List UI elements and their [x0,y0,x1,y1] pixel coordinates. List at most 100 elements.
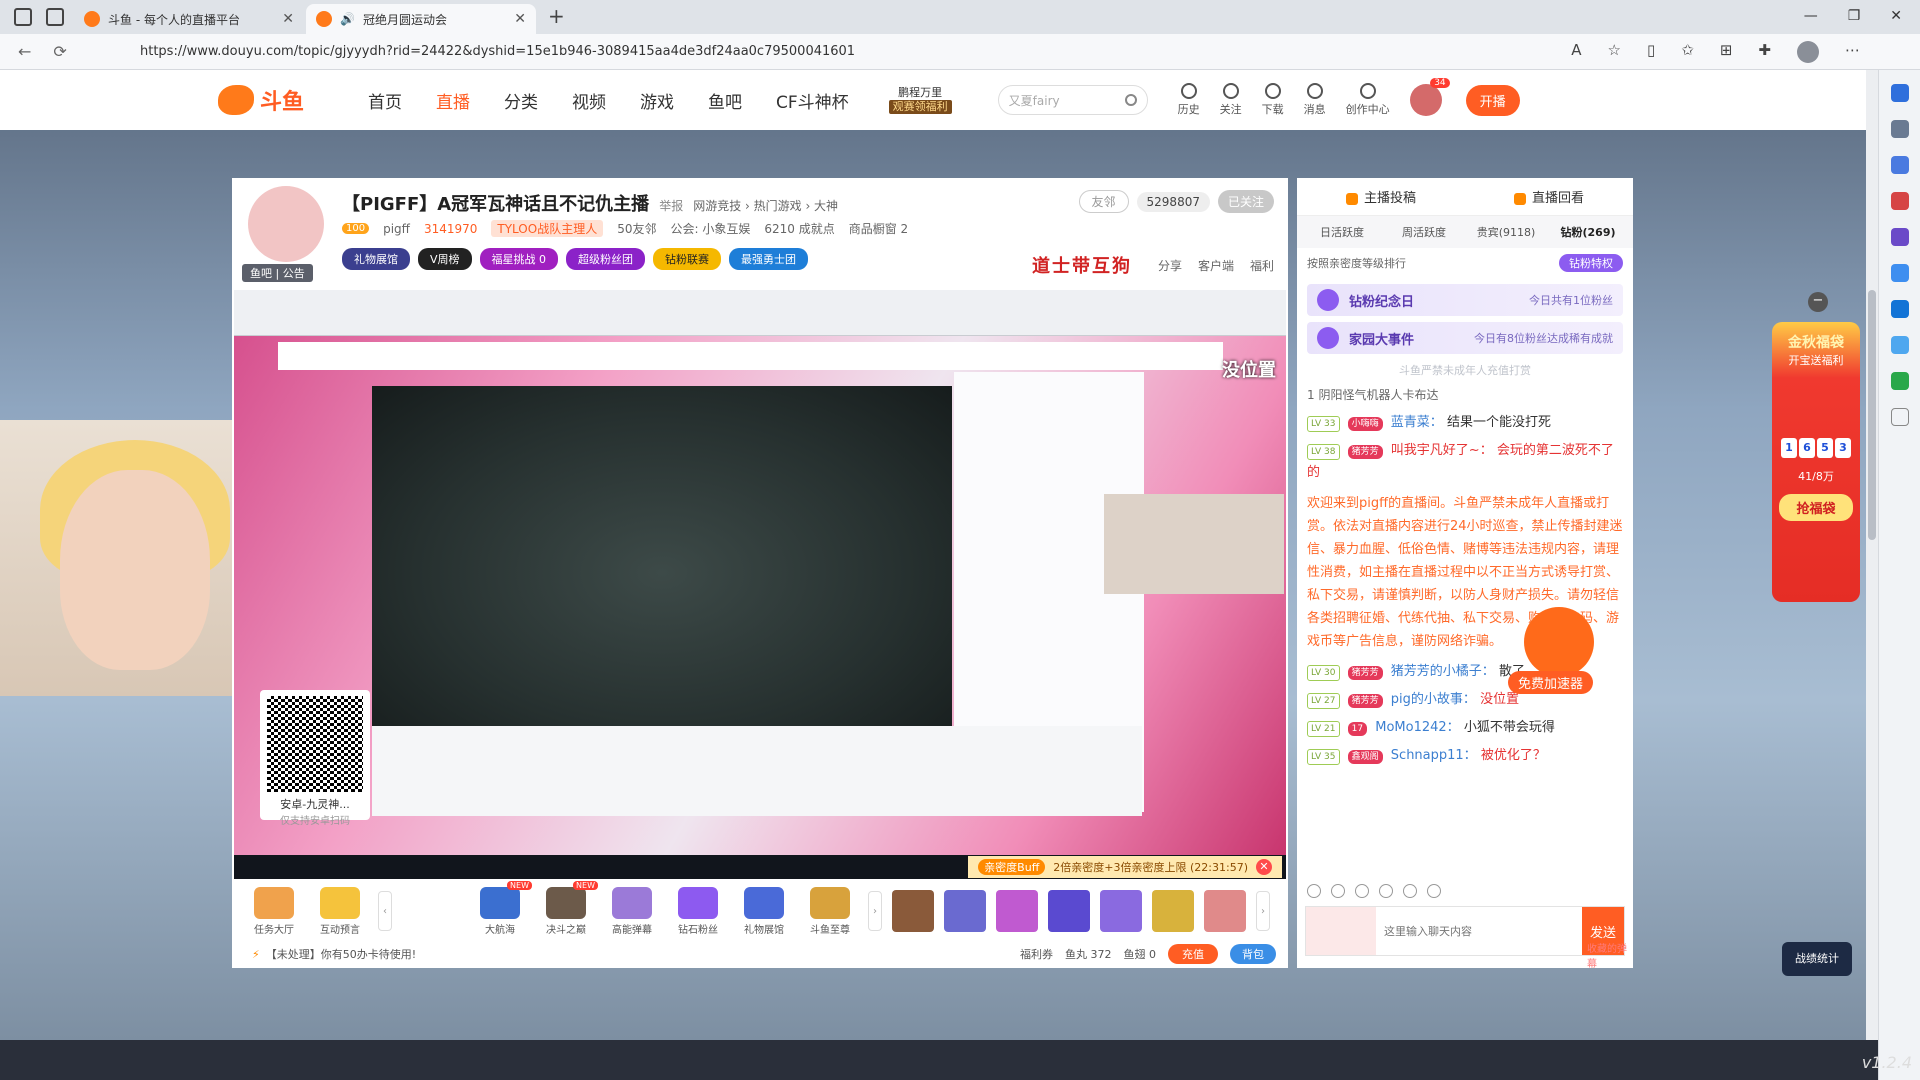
star-icon[interactable] [1355,884,1369,898]
event-home-news[interactable]: 家园大事件 今日有8位粉丝达成稀有成就 [1307,322,1623,354]
send-icon[interactable] [1890,336,1909,354]
anchor-submission-tab[interactable]: 主播投稿 [1345,187,1416,206]
guild-info[interactable]: 公会: 小象互娱 [670,220,750,237]
super-fan-button[interactable]: 超级粉丝团 [566,248,646,270]
window-close-icon[interactable]: ✕ [1890,8,1902,24]
history-button[interactable]: 历史 [1178,83,1200,117]
extensions-icon[interactable]: ✚ [1758,41,1771,63]
gift-item-icon[interactable] [1100,890,1142,932]
gift-gallery-button[interactable]: 礼物展馆 [736,886,792,936]
emoji-icon[interactable] [1307,884,1321,898]
close-icon[interactable]: ✕ [1256,859,1272,875]
qr-code-card[interactable]: 安卓-九灵神... 仅支持安卓扫码 [260,690,370,827]
red-packet-icon[interactable] [1379,884,1393,898]
club-badge[interactable]: TYLOO战队主理人 [491,220,604,237]
grab-lucky-bag-button[interactable]: 抢福袋 [1779,494,1853,521]
saved-danmaku-link[interactable]: 收藏的弹幕 [1587,940,1633,970]
read-aloud-icon[interactable]: A [1571,41,1581,63]
search-box[interactable]: 又夏fairy [997,85,1148,115]
nav-games[interactable]: 游戏 [640,88,674,113]
scrollbar-thumb[interactable] [1868,290,1876,540]
yuba-notice-button[interactable]: 鱼吧 | 公告 [242,264,313,282]
nav-yuba[interactable]: 鱼吧 [708,88,742,113]
warrior-team-button[interactable]: 最强勇士团 [729,248,809,270]
fan-badge-selector[interactable] [1306,907,1376,955]
report-link[interactable]: 举报 [659,197,683,214]
event-diamond-anniversary[interactable]: 钻粉纪念日 今日共有1位粉丝 [1307,284,1623,316]
add-icon[interactable] [1890,408,1909,426]
pending-card-tip[interactable]: 【未处理】你有50办卡待使用! [266,946,416,962]
workspaces-icon[interactable] [14,8,32,26]
tab-vip[interactable]: 贵宾(9118) [1465,224,1547,240]
task-hall-button[interactable]: 任务大厅 [246,886,302,936]
anchor-avatar[interactable] [248,186,324,262]
url-field[interactable]: https://www.douyu.com/topic/gjyyydh?rid=… [140,44,855,59]
close-icon[interactable]: ✕ [282,11,294,27]
games-icon[interactable] [1890,228,1909,246]
nav-video[interactable]: 视频 [572,88,606,113]
weekly-rank-button[interactable]: V周榜 [418,248,472,270]
fans-count[interactable]: 50友邻 [617,220,656,237]
category-breadcrumb[interactable]: 网游竞技 › 热门游戏 › 大神 [693,197,838,214]
lucky-challenge-button[interactable]: 福星挑战 0 [479,248,559,270]
outlook-icon[interactable] [1890,300,1909,318]
diamond-league-button[interactable]: 钻粉联赛 [653,248,722,270]
prediction-button[interactable]: 互动预言 [312,886,368,936]
gift-item-icon[interactable] [1152,890,1194,932]
voyage-button[interactable]: NEW 大航海 [472,880,532,936]
page-scrollbar[interactable] [1866,70,1878,1040]
nav-live[interactable]: 直播 [436,88,470,113]
tab-actions-icon[interactable] [46,8,64,26]
gift-item-icon[interactable] [1048,890,1090,932]
lucky-bag-widget[interactable]: 金秋福袋 开宝送福利 1 6 5 3 41/8万 抢福袋 [1772,322,1860,602]
diamond-fan-button[interactable]: 钻石粉丝 [670,886,726,936]
video-player[interactable]: 没位置 安卓-九灵神... 仅支持安卓扫码 [234,290,1286,855]
split-screen-icon[interactable]: ▯ [1647,41,1655,63]
back-icon[interactable]: ← [18,42,31,61]
office-icon[interactable] [1890,264,1909,282]
danmaku-button[interactable]: 高能弹幕 [604,886,660,936]
intimacy-buff-banner[interactable]: 亲密度Buff 2倍亲密度+3倍亲密度上限 (22:31:57) ✕ [968,856,1282,878]
gift-scroll-left[interactable]: ‹ [378,891,392,931]
achievement-points[interactable]: 6210 成就点 [764,220,834,237]
creator-center-button[interactable]: 创作中心 [1346,83,1390,117]
restore-icon[interactable]: ❐ [1848,8,1861,24]
minimize-icon[interactable]: — [1804,8,1818,24]
duel-button[interactable]: NEW 决斗之巅 [538,880,598,936]
followed-button[interactable]: 已关注 [1217,190,1274,213]
diamond-privilege-button[interactable]: 钻粉特权 [1559,254,1623,272]
start-live-button[interactable]: 开播 [1465,84,1520,116]
toolbox-icon[interactable] [1890,192,1909,210]
download-button[interactable]: 下载 [1262,83,1284,117]
search-icon[interactable] [1890,120,1909,138]
tab-event[interactable]: 🔊 冠绝月圆运动会 ✕ [306,4,536,34]
tab-weekly-active[interactable]: 周活跃度 [1383,224,1465,240]
profile-avatar-icon[interactable] [1797,40,1819,63]
favorites-icon[interactable]: ✩ [1681,41,1694,63]
settings-icon[interactable] [1427,884,1441,898]
share-button[interactable]: 分享 [1158,257,1182,274]
more-icon[interactable]: ⋯ [1845,41,1860,63]
picture-icon[interactable] [1403,884,1417,898]
client-button[interactable]: 客户端 [1198,257,1234,274]
anchor-name[interactable]: pigff [383,222,410,236]
refresh-icon[interactable]: ⟳ [53,42,66,61]
tab-douyu[interactable]: 斗鱼 - 每个人的直播平台 ✕ [74,4,304,34]
gift-item-icon[interactable] [1204,890,1246,932]
tree-icon[interactable] [1890,372,1909,390]
shop-window[interactable]: 商品橱窗 2 [849,220,908,237]
friend-button[interactable]: 友邻 [1078,190,1129,213]
close-icon[interactable]: ✕ [514,11,526,27]
bell-icon[interactable] [1890,84,1909,102]
welfare-button[interactable]: 福利 [1250,257,1274,274]
gift-item-icon[interactable] [944,890,986,932]
backpack-button[interactable]: 背包 [1230,944,1276,964]
recharge-button[interactable]: 充值 [1168,944,1218,964]
chat-input[interactable] [1376,907,1582,955]
collections-icon[interactable]: ⊞ [1720,41,1733,63]
tab-diamond-fans[interactable]: 钻粉(269) [1547,224,1629,240]
supreme-button[interactable]: 斗鱼至尊 [802,886,858,936]
welfare-coupon-link[interactable]: 福利券 [1020,946,1053,962]
tab-daily-active[interactable]: 日活跃度 [1301,224,1383,240]
collapse-button[interactable]: − [1808,292,1828,312]
